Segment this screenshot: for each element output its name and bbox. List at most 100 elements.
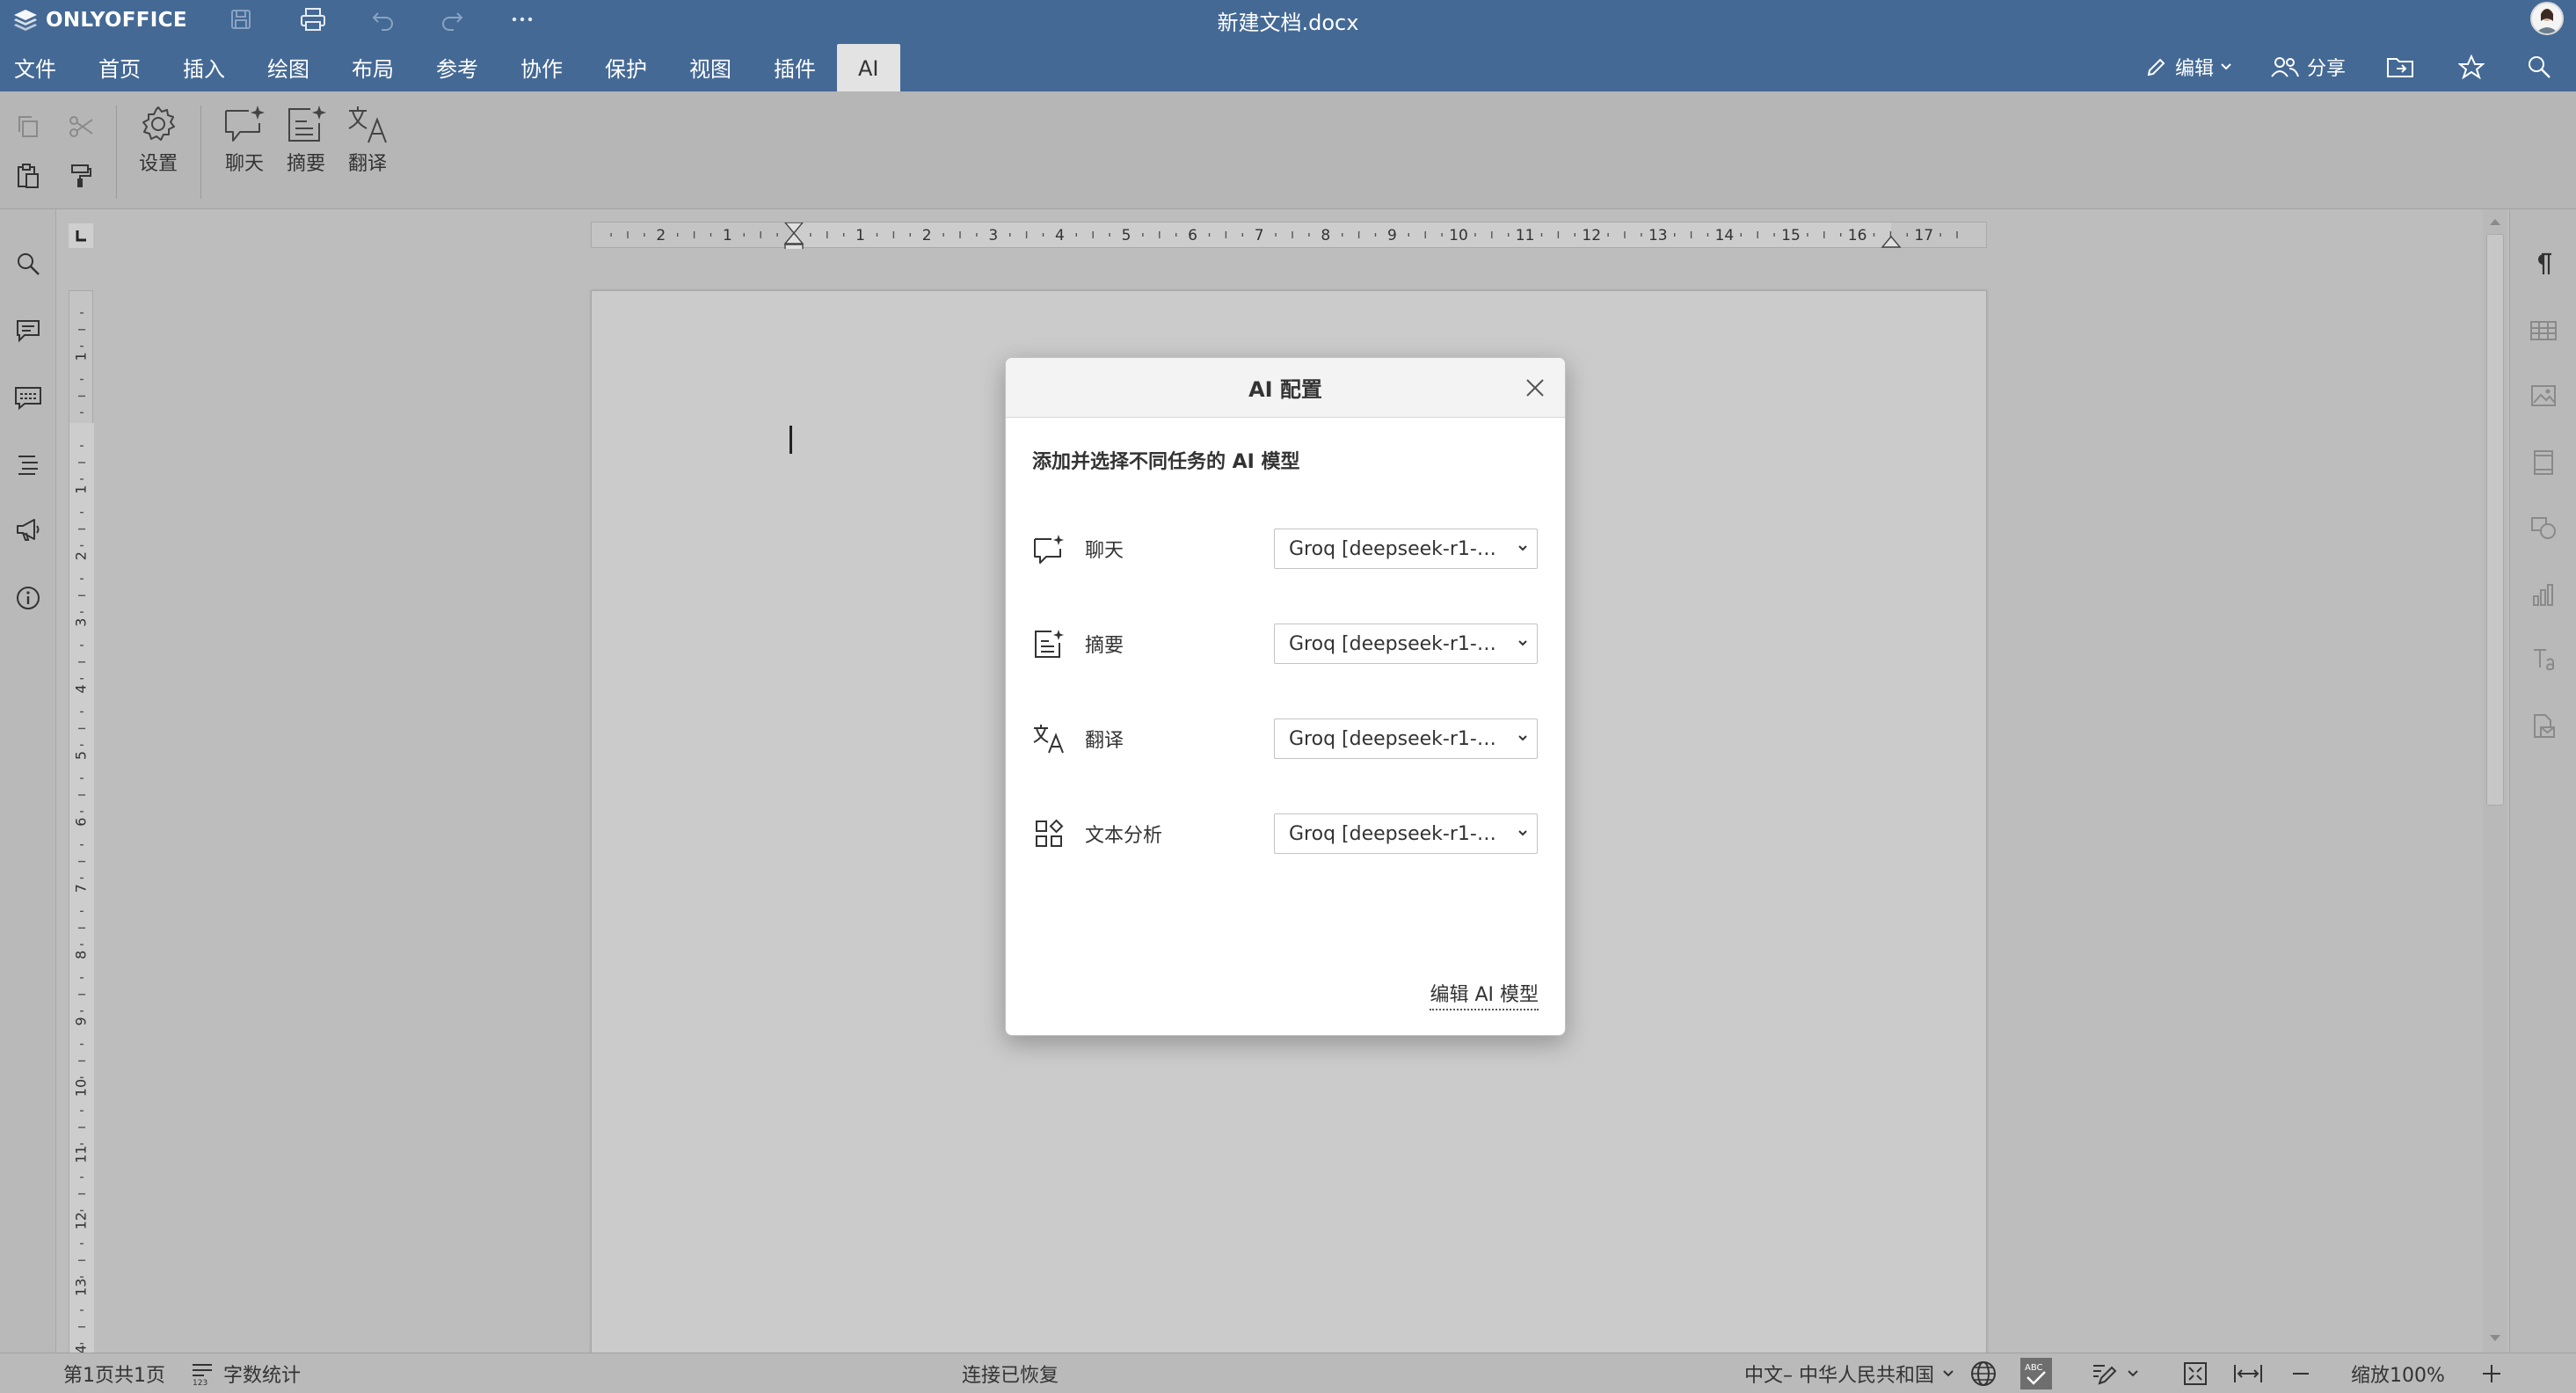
fit-page-button[interactable] bbox=[2182, 1353, 2209, 1393]
comment-icon bbox=[17, 320, 40, 343]
model-select-summary[interactable]: Groq [deepseek-r1-distill-llama-70b] bbox=[1274, 624, 1538, 664]
tab-stop-selector[interactable] bbox=[69, 223, 93, 248]
menu-tab-3[interactable]: 绘图 bbox=[246, 42, 331, 91]
scroll-up-icon[interactable] bbox=[2483, 213, 2507, 230]
chevron-down-icon bbox=[1518, 735, 1527, 741]
dialog-close-button[interactable] bbox=[1519, 372, 1551, 404]
vertical-ruler[interactable]: 1 1 2 3 4 5 6 7 8 9 10 11 12 13 14 bbox=[69, 290, 94, 1355]
save-button[interactable] bbox=[223, 4, 258, 35]
users-icon bbox=[2271, 57, 2299, 77]
menu-tab-10[interactable]: AI bbox=[837, 44, 900, 93]
left-sidebar bbox=[0, 209, 56, 1353]
text-art-settings-button[interactable] bbox=[2524, 640, 2563, 679]
paragraph-settings-button[interactable] bbox=[2524, 244, 2563, 283]
image-settings-button[interactable] bbox=[2524, 376, 2563, 415]
zoom-out-button[interactable] bbox=[2291, 1353, 2310, 1393]
chart-settings-button[interactable] bbox=[2524, 575, 2563, 614]
ruler-label: 6 bbox=[1188, 227, 1197, 244]
svg-text:123: 123 bbox=[193, 1379, 207, 1387]
ai-settings-button[interactable]: 设置 bbox=[134, 104, 183, 192]
ai-summary-button[interactable]: 摘要 bbox=[281, 104, 331, 192]
app-name: ONLYOFFICE bbox=[46, 9, 187, 32]
ruler-label: 9 bbox=[73, 1017, 90, 1025]
document-language-button[interactable] bbox=[1969, 1353, 1997, 1393]
print-button[interactable] bbox=[295, 4, 331, 35]
menu-tab-6[interactable]: 协作 bbox=[499, 42, 584, 91]
right-sidebar bbox=[2509, 209, 2576, 1353]
spellcheck-toggle[interactable]: ABC bbox=[2020, 1353, 2052, 1393]
language-selector[interactable]: 中文– 中华人民共和国 bbox=[1744, 1353, 1954, 1393]
share-button[interactable]: 分享 bbox=[2270, 51, 2346, 83]
mail-merge-button[interactable] bbox=[2524, 707, 2563, 746]
model-select-translate[interactable]: Groq [deepseek-r1-distill-llama-70b] bbox=[1274, 718, 1538, 759]
about-button[interactable] bbox=[9, 579, 47, 617]
horizontal-ruler[interactable]: 2 1 1 2 3 4 5 6 7 8 9 10 11 12 13 14 15 16 17 bbox=[591, 222, 1987, 249]
bar-chart-icon bbox=[2533, 584, 2553, 606]
scrollbar-thumb[interactable] bbox=[2486, 234, 2504, 806]
avatar-icon bbox=[2536, 9, 2558, 33]
ruler-label: 7 bbox=[1255, 227, 1264, 244]
menu-tab-7[interactable]: 保护 bbox=[584, 42, 668, 91]
format-painter-button[interactable] bbox=[63, 158, 98, 193]
header-footer-button[interactable] bbox=[2524, 443, 2563, 482]
scissors-icon bbox=[69, 116, 93, 137]
page-indicator[interactable]: 第1页共1页 bbox=[63, 1353, 165, 1393]
menu-tab-0[interactable]: 文件 bbox=[0, 42, 77, 91]
fit-width-button[interactable] bbox=[2233, 1353, 2263, 1393]
chat-button[interactable] bbox=[9, 378, 47, 417]
dialog-header: AI 配置 bbox=[1006, 358, 1565, 418]
ruler-label: 9 bbox=[1387, 227, 1397, 244]
ai-chat-button[interactable]: 聊天 bbox=[220, 104, 269, 192]
zoom-level[interactable]: 缩放100% bbox=[2351, 1353, 2445, 1393]
menu-tab-8[interactable]: 视图 bbox=[668, 42, 753, 91]
ruler-label: 8 bbox=[1321, 227, 1330, 244]
open-location-button[interactable] bbox=[2386, 51, 2414, 83]
edit-mode-button[interactable]: 编辑 bbox=[2145, 51, 2231, 83]
table-icon bbox=[2530, 321, 2557, 340]
table-settings-button[interactable] bbox=[2524, 311, 2563, 350]
ruler-label: 10 bbox=[73, 1079, 90, 1097]
ruler-label: 2 bbox=[73, 551, 90, 560]
paste-button[interactable] bbox=[11, 158, 46, 193]
find-button[interactable] bbox=[9, 244, 47, 283]
ruler-label: 3 bbox=[73, 618, 90, 627]
chevron-down-icon bbox=[1518, 640, 1527, 646]
favorite-button[interactable] bbox=[2458, 51, 2485, 83]
comments-button[interactable] bbox=[9, 311, 47, 350]
summary-icon bbox=[1032, 627, 1066, 660]
ai-translate-button[interactable]: 翻译 bbox=[343, 104, 392, 192]
menu-tab-4[interactable]: 布局 bbox=[331, 42, 415, 91]
search-button[interactable] bbox=[2527, 51, 2551, 83]
redo-icon bbox=[442, 12, 463, 31]
edit-mode-label: 编辑 bbox=[2175, 58, 2215, 80]
undo-button[interactable] bbox=[366, 4, 401, 35]
vertical-scrollbar[interactable] bbox=[2483, 209, 2507, 1353]
model-select-text-analysis[interactable]: Groq [deepseek-r1-distill-llama-70b] bbox=[1274, 813, 1538, 854]
user-avatar[interactable] bbox=[2530, 2, 2564, 35]
save-icon bbox=[231, 10, 251, 29]
ruler-label: 1 bbox=[723, 227, 732, 244]
menu-tab-9[interactable]: 插件 bbox=[753, 42, 837, 91]
redo-button[interactable] bbox=[434, 4, 469, 35]
left-indent-marker[interactable] bbox=[783, 222, 804, 249]
word-count-button[interactable]: 123 字数统计 bbox=[190, 1353, 301, 1393]
plus-icon bbox=[2483, 1365, 2500, 1382]
right-indent-marker[interactable] bbox=[1881, 235, 1902, 248]
menu-tab-2[interactable]: 插入 bbox=[162, 42, 246, 91]
menu-tab-5[interactable]: 参考 bbox=[415, 42, 499, 91]
chevron-down-icon bbox=[1518, 545, 1527, 551]
feedback-button[interactable] bbox=[9, 510, 47, 549]
menu-tab-1[interactable]: 首页 bbox=[77, 42, 162, 91]
more-button[interactable] bbox=[505, 4, 540, 35]
shape-settings-button[interactable] bbox=[2524, 508, 2563, 547]
zoom-in-button[interactable] bbox=[2481, 1353, 2502, 1393]
scroll-down-icon[interactable] bbox=[2483, 1330, 2507, 1347]
headings-icon bbox=[18, 456, 38, 475]
track-changes-button[interactable] bbox=[2091, 1353, 2138, 1393]
edit-ai-models-link[interactable]: 编辑 AI 模型 bbox=[1430, 979, 1539, 1010]
copy-button[interactable] bbox=[11, 109, 46, 144]
cut-button[interactable] bbox=[63, 109, 98, 144]
task-row-summary: 摘要 Groq [deepseek-r1-distill-llama-70b] bbox=[1032, 624, 1542, 664]
model-select-chat[interactable]: Groq [deepseek-r1-distill-llama-70b] bbox=[1274, 529, 1538, 569]
navigation-button[interactable] bbox=[9, 445, 47, 484]
